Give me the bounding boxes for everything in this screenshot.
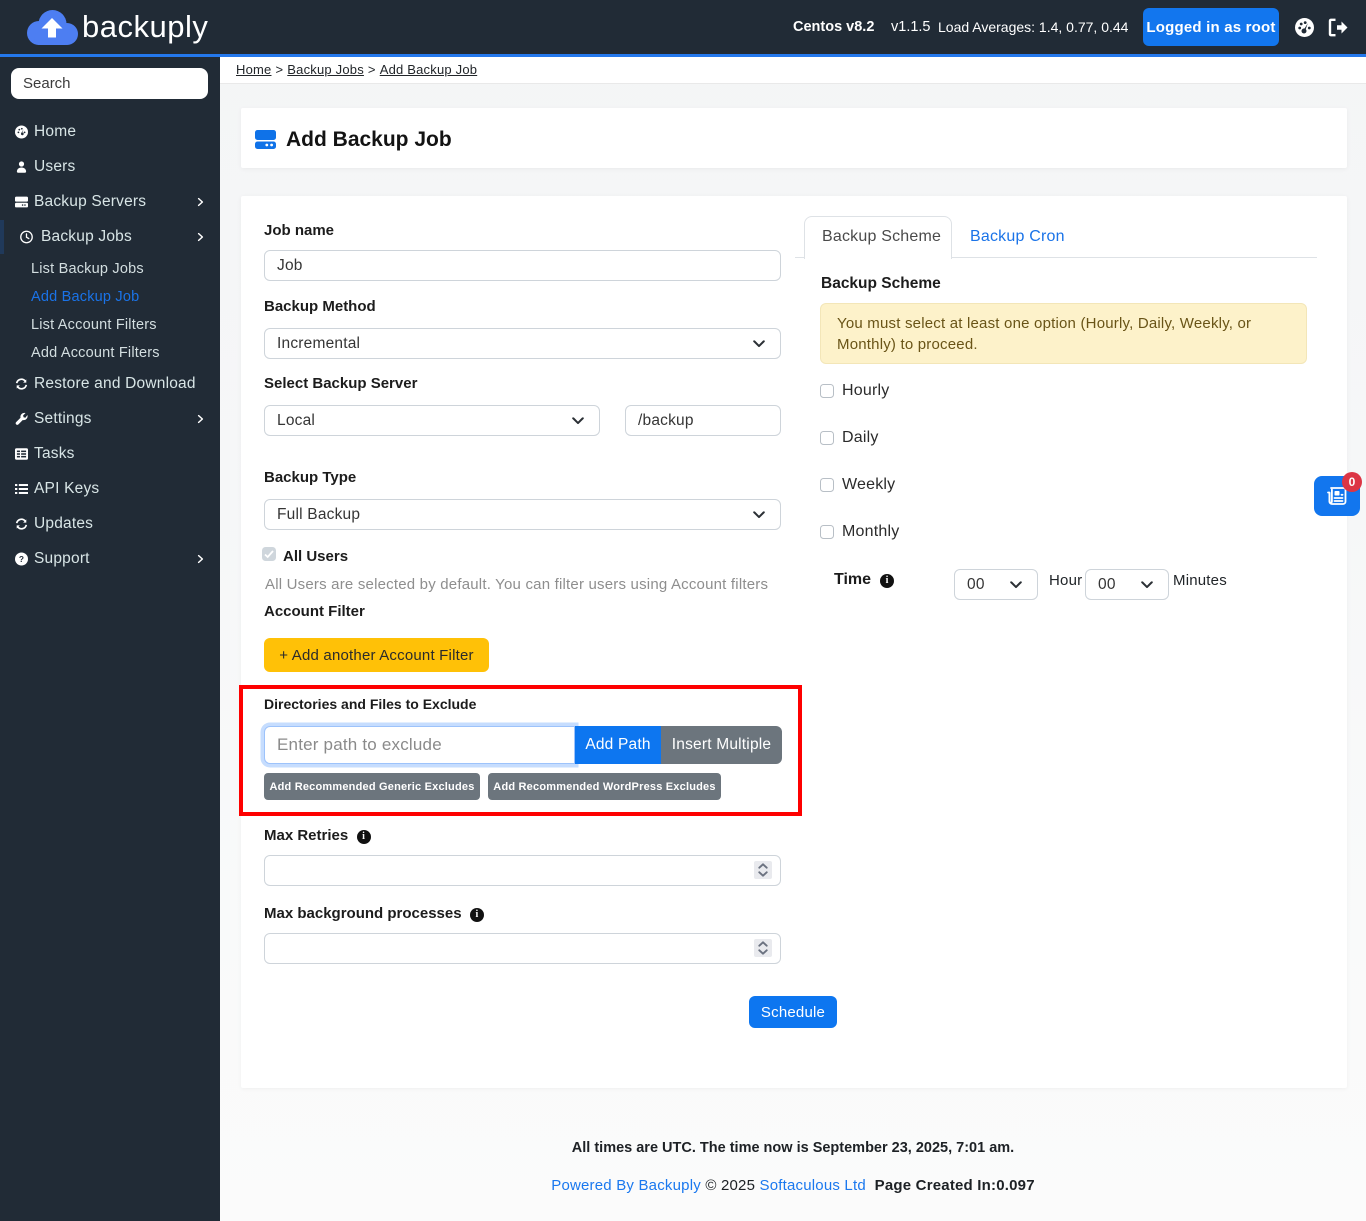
svg-text:?: ? xyxy=(19,554,24,564)
